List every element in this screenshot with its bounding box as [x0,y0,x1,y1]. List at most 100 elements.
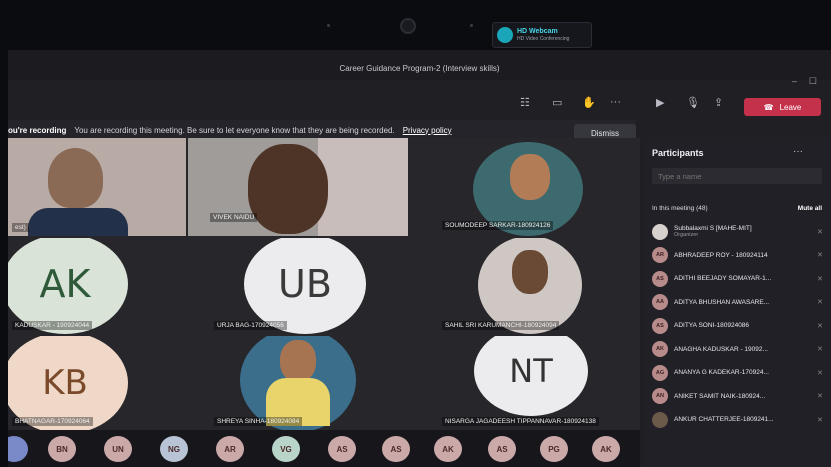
avatar: AA [652,294,668,311]
participant-face [510,154,550,200]
avatar[interactable]: BN [48,436,76,462]
participants-title: Participants [652,148,704,158]
recording-heading: ou're recording [8,125,67,135]
mic-muted-icon: ✕ [817,322,823,330]
tile-label: KADUSKAR - 190924044 [12,321,93,330]
avatar[interactable]: AS [382,436,410,462]
screen: Career Guidance Program-2 (Interview ski… [8,50,831,467]
participant-item[interactable]: AK ANAGHA KADUSKAR - 19092... ✕ [652,338,827,362]
mute-all-button[interactable]: Mute all [798,205,822,212]
share-screen-icon[interactable]: ⇪ [714,96,723,109]
participant-face [512,250,548,294]
participant-name: ADITHI BEEJADY SOMAYAR-1... [674,275,772,283]
participant-name: Subbalaxmi S [MAHE-MIT] [674,225,752,233]
avatar: NT [474,336,588,416]
minimize-icon[interactable]: – [792,76,797,87]
tile-label: BHATNAGAR-170924064 [12,417,93,426]
mic-muted-icon: ✕ [817,416,823,424]
mic-muted-icon: ✕ [817,369,823,377]
avatar[interactable] [8,436,28,462]
participant-item[interactable]: AA ADITYA BHUSHAN AWASARE... ✕ [652,291,827,315]
video-tile[interactable]: VIVEK NAIDU [188,138,408,236]
chat-icon[interactable]: ▭ [552,96,562,109]
tile-label: URJA BAG-170924056 [214,321,287,330]
webcam-brand: HD Webcam [517,28,558,35]
participant-face [280,340,316,382]
mic-muted-icon: ✕ [817,228,823,236]
video-tile[interactable]: KB BHATNAGAR-170924064 [8,336,208,430]
participant-name: ABHRADEEP ROY - 180924114 [674,251,768,259]
avatar: KB [8,336,128,430]
participant-search-input[interactable] [652,168,822,184]
avatar[interactable]: UN [104,436,132,462]
participant-list: Subbalaxmi S [MAHE-MIT] Organizer ✕ AR AB… [652,220,827,432]
avatar: AK [8,238,128,334]
avatar: AS [652,317,668,334]
window-controls: – ☐ [792,76,817,87]
video-tile[interactable]: UB URJA BAG-170924056 [210,238,436,334]
tile-label: SAHIL SRI KARUMANCHI-180924094 [442,321,560,330]
avatar[interactable]: AS [488,436,516,462]
video-tile[interactable]: SAHIL SRI KARUMANCHI-180924094 [438,238,640,334]
participant-item[interactable]: Subbalaxmi S [MAHE-MIT] Organizer ✕ [652,220,827,244]
microphone-muted-icon[interactable]: 🎙 [686,96,700,109]
mic-muted-icon: ✕ [817,299,823,307]
avatar[interactable]: NG [160,436,188,462]
video-tile[interactable]: NT NISARGA JAGADEESH TIPPANNAVAR-1809241… [438,336,640,430]
participant-video [28,208,128,236]
avatar[interactable]: AS [328,436,356,462]
participant-item[interactable]: AN ANIKET SAMIT NAIK-180924... ✕ [652,385,827,409]
participant-item[interactable]: AR ABHRADEEP ROY - 180924114 ✕ [652,244,827,268]
avatar: AS [652,270,668,287]
tile-label: VIVEK NAIDU [210,213,258,222]
webcam-logo-icon [497,27,513,43]
video-tile[interactable]: est) [8,138,186,236]
participant-video [248,144,328,234]
in-meeting-header: In this meeting (48) Mute all [652,205,822,212]
participant-avatar-bar: BN UN NG AR VG AS AS AK AS PG AK [8,430,640,467]
avatar[interactable]: PG [540,436,568,462]
title-bar: Career Guidance Program-2 (Interview ski… [8,50,831,80]
participant-video [48,148,103,208]
video-grid: est) VIVEK NAIDU SOUMODEEP SARKAR-180924… [8,138,640,430]
window-title: Career Guidance Program-2 (Interview ski… [339,64,500,73]
more-options-icon[interactable]: ··· [610,96,621,108]
video-tile[interactable]: SOUMODEEP SARKAR-180924126 [438,138,640,236]
mic-muted-icon: ✕ [817,275,823,283]
avatar[interactable]: AK [434,436,462,462]
privacy-policy-link[interactable]: Privacy policy [403,126,452,135]
video-tile[interactable]: SHREYA SINHA-180924084 [210,336,436,430]
avatar: AR [652,247,668,264]
participant-item[interactable]: AG ANANYA G KADEKAR-170924... ✕ [652,361,827,385]
maximize-icon[interactable]: ☐ [809,76,817,87]
recording-message: You are recording this meeting. Be sure … [74,125,395,135]
participant-name: ANAGHA KADUSKAR - 19092... [674,345,768,353]
webcam-lens [400,18,416,34]
avatar[interactable]: VG [272,436,300,462]
participant-item[interactable]: AS ADITYA SONI-180924086 ✕ [652,314,827,338]
mic-muted-icon: ✕ [817,346,823,354]
raise-hand-icon[interactable]: ✋ [582,96,596,109]
participant-item[interactable]: ANKUR CHATTERJEE-1809241... ✕ [652,408,827,432]
participants-panel: Participants ··· In this meeting (48) Mu… [644,138,831,467]
leave-button[interactable]: ☎ Leave [744,98,821,116]
avatar: AG [652,364,668,381]
tile-label: est) [12,223,29,232]
more-options-icon[interactable]: ··· [793,146,803,157]
participant-name: ANIKET SAMIT NAIK-180924... [674,392,766,400]
avatar: AN [652,388,668,405]
participant-item[interactable]: AS ADITHI BEEJADY SOMAYAR-1... ✕ [652,267,827,291]
tile-label: SHREYA SINHA-180924084 [214,417,303,426]
avatar[interactable]: AK [592,436,620,462]
avatar[interactable]: AR [216,436,244,462]
camera-icon[interactable]: ▶ [656,96,664,109]
participant-name: ADITYA BHUSHAN AWASARE... [674,298,770,306]
participants-icon[interactable]: ☷ [520,96,530,109]
phone-hangup-icon: ☎ [763,102,774,112]
video-tile[interactable]: AK KADUSKAR - 190924044 [8,238,208,334]
webcam-badge: HD Webcam HD Video Conferencing [492,22,592,48]
bezel-dot [470,24,473,27]
avatar [652,411,668,428]
avatar [652,223,668,240]
mic-muted-icon: ✕ [817,393,823,401]
